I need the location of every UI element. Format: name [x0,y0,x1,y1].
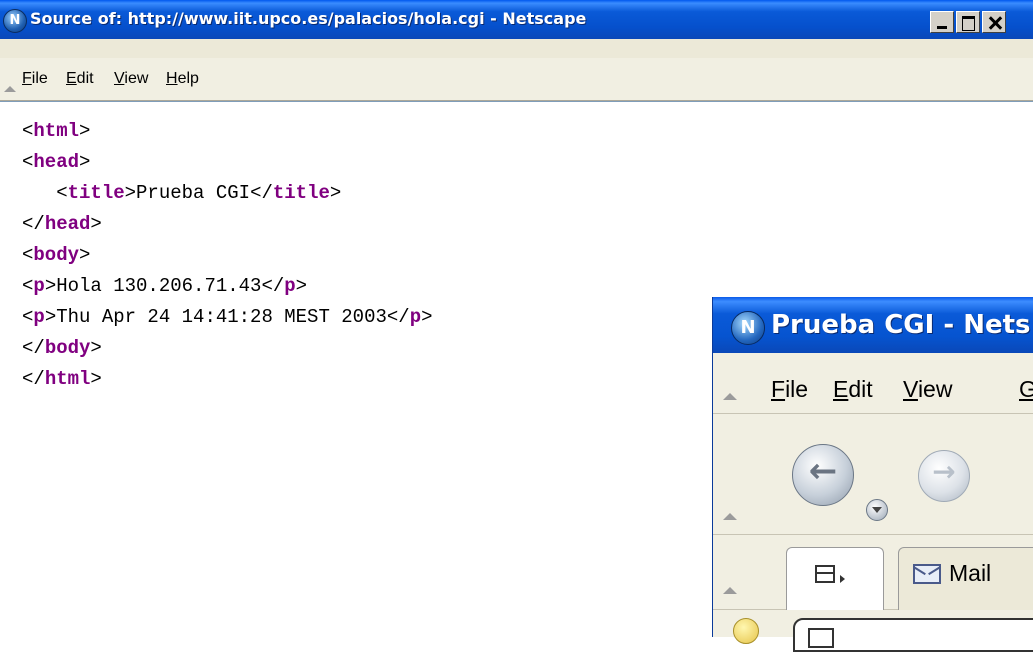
code-line: <title>Prueba CGI</title> [22,182,342,204]
back-arrow-icon[interactable] [792,444,854,506]
menu-label: iew [124,70,149,87]
code-line: </body> [22,337,102,359]
menu-label: dit [76,70,94,87]
toolbar-grip-icon[interactable] [723,393,737,400]
menu-mnemonic: V [903,376,918,402]
menu-edit[interactable]: Edit [66,70,94,88]
personal-toolbar: Mail [713,535,1033,610]
source-window-title: Source of: http://www.iit.upco.es/palaci… [30,9,587,28]
source-title-bar[interactable]: N Source of: http://www.iit.upco.es/pala… [0,0,1033,39]
menu-view[interactable]: View [903,376,952,403]
bookmark-star-icon[interactable] [733,618,759,644]
minimize-icon [931,12,953,32]
menu-edit[interactable]: Edit [833,376,873,403]
menu-label: iew [917,376,953,402]
menu-mnemonic: F [771,376,786,402]
menu-label: elp [177,70,199,87]
browser-window-title: Prueba CGI - Nets [771,310,1031,340]
menu-mnemonic: V [114,70,125,87]
browser-title-bar[interactable]: N Prueba CGI - Nets [713,297,1033,353]
maximize-button[interactable] [956,11,980,33]
code-line: <p>Thu Apr 24 14:41:28 MEST 2003</p> [22,306,433,328]
netscape-logo-icon[interactable]: N [731,311,765,345]
menu-label: ile [31,70,48,87]
dropdown-arrow-icon [840,575,845,583]
menu-mnemonic: F [22,70,32,87]
caption-buttons [930,11,1008,35]
code-line: </head> [22,213,102,235]
toolbar-grip-icon[interactable] [4,86,16,92]
code-line: <p>Hola 130.206.71.43</p> [22,275,308,297]
menu-mnemonic: H [166,70,178,87]
code-line: </html> [22,368,102,390]
maximize-icon [957,12,979,32]
code-line: <html> [22,120,91,142]
toolbar-grip-icon[interactable] [723,587,737,594]
back-history-dropdown-icon[interactable] [866,499,888,521]
close-button[interactable] [982,11,1006,33]
code-line: <head> [22,151,91,173]
menu-help[interactable]: Help [166,70,199,88]
toolbar-grip-icon[interactable] [723,513,737,520]
browser-menu-bar: File Edit View G [713,353,1033,414]
netscape-logo-icon[interactable]: N [3,9,27,33]
close-icon [983,12,1005,32]
menu-mnemonic: E [66,70,77,87]
mail-envelope-icon [913,564,941,584]
menu-go[interactable]: G [1019,376,1033,403]
menu-label: ile [785,376,809,402]
minimize-button[interactable] [930,11,954,33]
source-menu-bar: File Edit View Help [0,58,1033,101]
page-icon [808,628,834,648]
mail-label: Mail [949,560,992,586]
location-bar [713,610,1033,652]
code-line: <body> [22,244,91,266]
window-icon [815,565,835,583]
menu-view[interactable]: View [114,70,148,88]
forward-arrow-icon[interactable] [918,450,970,502]
navigation-toolbar [713,414,1033,535]
menu-mnemonic: G [1019,376,1033,402]
tab-home[interactable] [786,547,884,610]
menu-file[interactable]: File [771,376,808,403]
menu-label: dit [848,376,873,402]
menu-file[interactable]: File [22,70,48,88]
browser-window: N Prueba CGI - Nets File Edit View G Mai… [712,297,1033,652]
menu-mnemonic: E [833,376,849,402]
